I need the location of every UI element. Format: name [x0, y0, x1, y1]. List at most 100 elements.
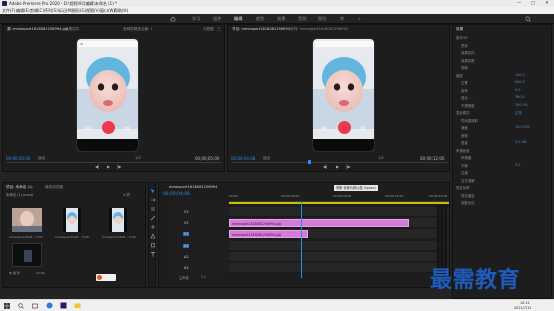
effects-row-label[interactable]: 声像器 [461, 155, 471, 160]
effects-row-label[interactable]: 缩放 [456, 73, 463, 78]
selection-tool-icon[interactable] [150, 188, 156, 194]
effects-row-label[interactable]: 恒定增益 [461, 193, 475, 198]
program-step-forward-icon[interactable]: |▶ [346, 164, 350, 169]
effects-row-label[interactable]: 指数淡化 [461, 200, 475, 205]
workspace-more[interactable]: » [358, 16, 361, 21]
home-icon[interactable] [170, 16, 176, 22]
premiere-taskbar-icon[interactable] [60, 302, 67, 309]
project-thumb-sequence[interactable] [12, 243, 42, 267]
work-area-bar[interactable] [229, 202, 449, 204]
track-label[interactable]: V3 [183, 210, 189, 214]
effects-row-label[interactable]: 预设 [461, 43, 468, 48]
workspace-effects[interactable]: 效果 [277, 16, 285, 22]
tab-media-browser[interactable]: 媒体浏览器 [45, 185, 63, 190]
effects-row-label[interactable]: 视频 [461, 65, 468, 70]
track-select-tool-icon[interactable] [150, 197, 156, 203]
workspace-editing[interactable]: 编辑 [234, 16, 242, 22]
effects-row-label[interactable]: 声道音量 [456, 148, 470, 153]
track-label[interactable]: V1 [183, 232, 190, 236]
effects-row-label[interactable]: 过渡 [461, 170, 468, 175]
step-back-icon[interactable]: ◀| [95, 164, 99, 169]
track-header-a1[interactable]: A1 [175, 241, 227, 251]
task-view-icon[interactable] [32, 303, 38, 309]
slip-tool-icon[interactable] [150, 224, 156, 230]
effects-row-label[interactable]: 平衡 [461, 163, 468, 168]
minimize-button[interactable]: — [512, 0, 526, 7]
effects-row-value[interactable]: 0.0 [515, 163, 520, 167]
workspace-learn[interactable]: 学习 [192, 16, 200, 22]
program-fit-select[interactable]: 适合 [263, 156, 270, 161]
track-label[interactable]: V2 [183, 221, 189, 225]
timeline-playhead[interactable] [301, 202, 302, 278]
play-icon[interactable]: ▶ [107, 164, 110, 169]
track-header-v3[interactable]: V3 [175, 207, 227, 217]
program-scrub-bar[interactable] [231, 162, 447, 163]
effects-row-value[interactable]: 0.0 dB [515, 140, 526, 144]
workspace-assembly[interactable]: 组件 [213, 16, 221, 22]
program-play-icon[interactable]: ▶ [336, 164, 339, 169]
track-header-v2[interactable]: V2 [175, 218, 227, 228]
effects-row-value[interactable]: 100.0 [515, 73, 525, 77]
panel-menu-icon[interactable]: 三 [217, 27, 221, 32]
effects-row-value[interactable]: 360.0 [515, 95, 525, 99]
razor-tool-icon[interactable] [150, 215, 156, 221]
step-forward-icon[interactable]: |▶ [117, 164, 121, 169]
source-fit-select[interactable]: 适合 [38, 156, 45, 161]
tab-source[interactable]: 源: mmexport1618081256994.jpg [7, 27, 68, 32]
close-button[interactable]: ✕ [540, 0, 554, 7]
track-label[interactable]: A1 [183, 244, 190, 248]
track-header-a3[interactable]: A3 [175, 263, 227, 273]
effects-row-label[interactable]: 交叉溶解 [461, 178, 475, 183]
effects-row-value[interactable]: 0.0 [515, 88, 520, 92]
effects-row-label[interactable]: 速度 [461, 125, 468, 130]
program-resolution-select[interactable]: 1/2 [378, 156, 384, 160]
effects-row-label[interactable]: 不透明度 [461, 103, 475, 108]
program-step-back-icon[interactable]: ◀| [323, 164, 327, 169]
effects-row-label[interactable]: 混合模式 [456, 110, 470, 115]
effects-row-label[interactable]: 恒定功率 [456, 185, 470, 190]
tab-timeline-sequence[interactable]: mmexport1618081256994 [169, 185, 217, 189]
effects-row-label[interactable]: 音量 [461, 140, 468, 145]
timeline-timecode[interactable]: 00;00;04;08 [163, 192, 190, 197]
maximize-button[interactable]: □ [526, 0, 540, 7]
effects-row-value[interactable]: 正常 [515, 110, 522, 115]
effects-row-label[interactable]: 音频 [461, 133, 468, 138]
effects-row-label[interactable]: 基本3D [456, 35, 468, 40]
source-timecode[interactable]: 00;00;00;00 [6, 156, 30, 161]
track-label[interactable]: A3 [183, 266, 189, 270]
program-timecode[interactable]: 00;00;04;08 [231, 156, 255, 161]
effects-row-label[interactable]: 效果参数 [461, 58, 475, 63]
hand-tool-icon[interactable] [150, 242, 156, 248]
effects-row-value[interactable]: 100.0% [515, 103, 528, 107]
search-taskbar-icon[interactable] [18, 303, 24, 309]
project-thumb-3[interactable] [109, 208, 127, 232]
workspace-audio[interactable]: 音频 [298, 16, 306, 22]
type-tool-icon[interactable] [150, 251, 156, 257]
workspace-graphics[interactable]: 图形 [318, 16, 326, 22]
track-label[interactable]: A2 [183, 255, 189, 259]
tab-effect-controls[interactable]: 效果控件 [65, 27, 79, 32]
effects-row-label[interactable]: 效果控件 [461, 50, 475, 55]
pen-tool-icon[interactable] [150, 233, 156, 239]
source-resolution-select[interactable]: 1/2 [135, 156, 141, 160]
master-track-value[interactable]: 0.0 [201, 275, 206, 279]
timeline-ruler[interactable]: 00;00 00;00;04;00 00;00;08;00 00;00;12;0… [229, 194, 449, 202]
track-header-v1[interactable]: V1 [175, 229, 227, 239]
search-icon[interactable] [525, 16, 531, 22]
workspace-color[interactable]: 颜色 [256, 16, 264, 22]
effects-row-label[interactable]: 旋转 [461, 88, 468, 93]
effects-row-label[interactable]: 锚点 [461, 95, 468, 100]
tab-metadata[interactable]: 元数据 [203, 27, 214, 32]
tab-project[interactable]: 项目: 未命名 (1) [6, 185, 33, 190]
effects-row-label[interactable]: 位置 [461, 80, 468, 85]
timeline-clip[interactable]: mmexport1618081256994.jpg [229, 219, 409, 227]
edge-browser-icon[interactable] [46, 302, 53, 309]
tab-program[interactable]: 节目: mmexport1618081256994 [232, 27, 290, 32]
ime-toolbar[interactable] [96, 274, 116, 281]
project-thumb-1[interactable] [12, 208, 42, 232]
effects-row-value[interactable]: 100.00% [515, 125, 530, 129]
ripple-edit-tool-icon[interactable] [150, 206, 156, 212]
effects-row-label[interactable]: 时间重映射 [461, 118, 478, 123]
workspace-libraries[interactable]: 库 [340, 16, 344, 22]
track-header-a2[interactable]: A2 [175, 252, 227, 262]
